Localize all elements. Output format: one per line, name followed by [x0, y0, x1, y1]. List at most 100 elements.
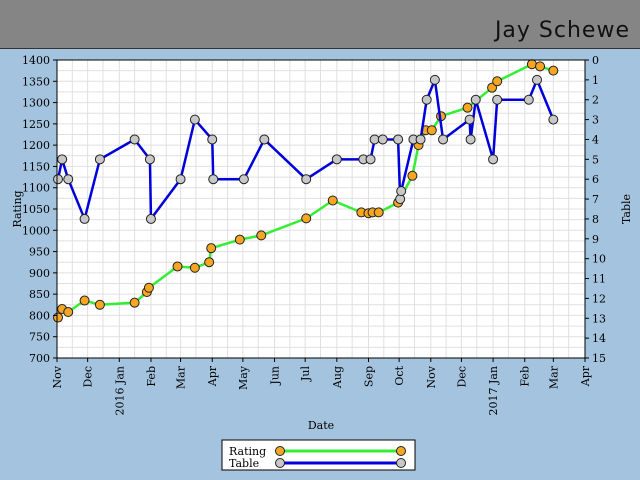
y-right-tick-label: 1: [592, 74, 599, 87]
rating-point: [53, 312, 64, 323]
table-point: [492, 94, 503, 105]
y-left-tick-label: 1100: [22, 182, 50, 195]
table-point: [63, 174, 74, 185]
table-point: [369, 134, 380, 145]
x-tick-label: Dec: [455, 366, 468, 388]
y-left-tick-label: 900: [29, 267, 50, 280]
table-point: [532, 74, 542, 85]
table-point: [465, 134, 476, 145]
x-tick-label: 2017 Jan: [487, 366, 500, 416]
y-axis-left-label: Rating: [11, 190, 24, 227]
rating-point: [407, 170, 418, 181]
y-right-tick-label: 8: [592, 213, 599, 226]
x-tick-label: Feb: [519, 366, 532, 387]
rating-point: [462, 102, 473, 113]
rating-point: [526, 59, 537, 70]
rating-point: [204, 257, 215, 268]
rating-point: [129, 297, 140, 308]
table-point: [365, 154, 376, 165]
y-right-tick-label: 10: [592, 253, 606, 266]
x-tick-label: Mar: [547, 365, 560, 389]
table-point: [548, 114, 559, 125]
x-tick-label: Jul: [299, 366, 312, 382]
table-point: [377, 134, 388, 145]
x-tick-label: Nov: [51, 365, 64, 388]
x-tick-label: Mar: [175, 365, 188, 389]
y-left-tick-label: 1250: [22, 118, 50, 131]
y-right-tick-label: 5: [592, 153, 599, 166]
y-right-tick-label: 12: [592, 292, 606, 305]
x-tick-label: Jun: [269, 366, 282, 386]
table-point: [464, 114, 475, 125]
legend-marker-rating: [396, 446, 406, 456]
table-point: [189, 114, 200, 125]
y-left-tick-label: 1300: [22, 97, 50, 110]
x-tick-label: Oct: [393, 365, 406, 385]
rating-point: [63, 307, 74, 318]
y-left-tick-label: 1000: [22, 224, 50, 237]
y-left-tick-label: 850: [29, 288, 50, 301]
y-left-tick-label: 1200: [22, 139, 50, 152]
rating-point: [492, 76, 503, 87]
x-tick-label: Feb: [145, 366, 158, 387]
x-tick-label: Aug: [331, 366, 344, 389]
table-point: [421, 94, 432, 105]
table-point: [57, 154, 68, 165]
table-point: [53, 174, 64, 185]
rating-point: [301, 213, 312, 224]
y-right-tick-label: 4: [592, 133, 599, 146]
table-point: [415, 134, 426, 145]
y-left-tick-label: 750: [29, 331, 50, 344]
y-right-tick-label: 13: [592, 312, 606, 325]
legend-marker-rating: [275, 446, 285, 456]
legend-label-table: Table: [229, 457, 259, 470]
y-left-tick-label: 1350: [22, 75, 50, 88]
rating-point: [143, 282, 154, 293]
table-point: [259, 134, 270, 145]
table-point: [238, 174, 249, 185]
rating-point: [234, 234, 245, 245]
y-left-tick-label: 800: [29, 309, 50, 322]
x-tick-label: Apr: [579, 365, 592, 387]
x-tick-label: Nov: [425, 365, 438, 388]
rating-point: [189, 262, 200, 273]
y-right-tick-label: 7: [592, 193, 599, 206]
table-point: [208, 174, 219, 185]
y-right-tick-label: 2: [592, 94, 599, 107]
y-right-tick-label: 6: [592, 173, 599, 186]
legend-marker-table: [275, 458, 285, 468]
y-left-tick-label: 1050: [22, 203, 50, 216]
y-right-tick-label: 15: [592, 352, 606, 365]
table-point: [301, 174, 312, 185]
rating-point: [373, 207, 384, 218]
table-point: [429, 74, 440, 85]
rating-table-chart: 7007508008509009501000105011001150120012…: [11, 54, 633, 471]
table-point: [129, 134, 140, 145]
table-point: [94, 154, 105, 165]
legend: RatingTable: [221, 439, 416, 471]
rating-point: [172, 261, 183, 272]
rating-point: [327, 195, 338, 206]
rating-point: [548, 65, 559, 76]
y-right-tick-label: 9: [592, 233, 599, 246]
table-point: [393, 134, 404, 145]
table-point: [175, 174, 186, 185]
table-point: [144, 154, 155, 165]
x-tick-label: Sep: [362, 366, 375, 387]
y-right-tick-label: 0: [592, 54, 599, 67]
table-point: [470, 94, 481, 105]
table-point: [438, 134, 449, 145]
rating-point: [94, 299, 105, 310]
y-right-tick-label: 11: [592, 273, 606, 286]
table-point: [79, 213, 90, 224]
rating-point: [256, 230, 267, 241]
x-tick-label: May: [237, 365, 250, 390]
y-right-tick-label: 14: [592, 332, 606, 345]
rating-point: [79, 295, 90, 306]
y-left-tick-label: 1150: [22, 160, 50, 173]
table-point: [488, 154, 499, 165]
y-left-tick-label: 700: [29, 352, 50, 365]
rating-point: [535, 61, 546, 72]
rating-point: [206, 243, 217, 254]
table-point: [207, 134, 218, 145]
